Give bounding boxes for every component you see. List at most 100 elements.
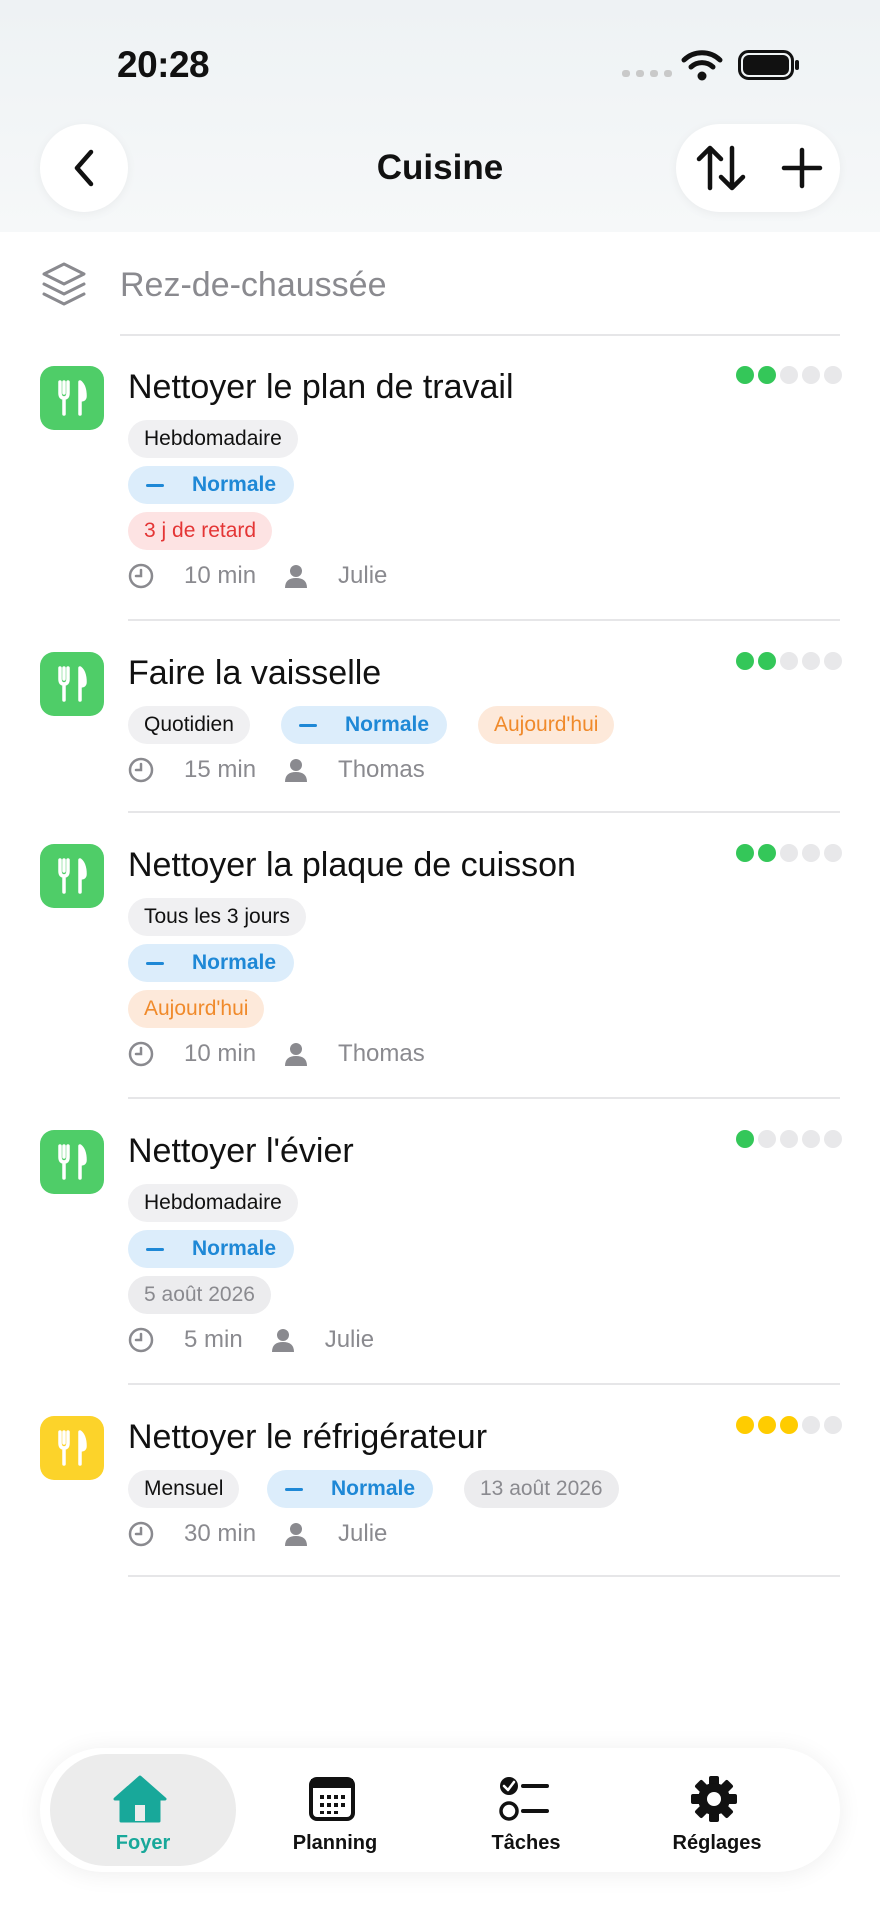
task-category-icon [40,1416,104,1480]
task-title: Nettoyer l'évier [128,1132,354,1170]
add-button[interactable] [780,146,824,190]
duration: 5 min [184,1326,243,1353]
difficulty-dot-empty [802,1130,820,1148]
section-label: Rez-de-chaussée [120,266,387,304]
frequency-tag: Mensuel [128,1470,240,1508]
difficulty-dot-empty [824,1130,842,1148]
minus-icon [299,723,317,727]
difficulty-dot-filled [736,366,754,384]
tab-planning[interactable]: Planning [242,1754,428,1866]
task-row[interactable]: Nettoyer le plan de travail Hebdomadaire… [0,360,880,621]
task-category-icon [40,652,104,716]
task-meta: 10 min Julie [128,559,387,593]
task-row[interactable]: Nettoyer l'évier Hebdomadaire Normale 5 … [0,1124,880,1385]
frequency-tag: Hebdomadaire [128,420,298,458]
difficulty-dot-empty [824,366,842,384]
priority-tag: Normale [267,1470,434,1508]
due-date-tag: 13 août 2026 [464,1470,619,1508]
difficulty-dot-empty [802,1416,820,1434]
tab-foyer[interactable]: Foyer [50,1754,236,1866]
tab-label: Réglages [672,1832,762,1854]
priority-label: Normale [192,473,277,496]
due-today-tag: Aujourd'hui [478,706,615,744]
priority-tag: Normale [128,466,295,504]
difficulty-indicator [736,1130,842,1148]
task-category-icon [40,366,104,430]
checklist-icon [499,1777,549,1821]
minus-icon [285,1487,303,1491]
layers-icon [42,262,86,306]
tab-taches[interactable]: Tâches [433,1754,619,1866]
priority-tag: Normale [128,1230,295,1268]
clock-icon [128,1521,154,1547]
difficulty-dot-empty [802,844,820,862]
task-row[interactable]: Faire la vaisselle Quotidien Normale Auj… [0,646,880,813]
sort-button[interactable] [694,142,748,194]
fork-knife-icon [58,666,87,702]
task-title: Nettoyer le réfrigérateur [128,1418,488,1456]
person-icon [285,565,308,588]
assignee: Julie [338,1520,388,1547]
priority-label: Normale [192,1237,277,1260]
task-row[interactable]: Nettoyer la plaque de cuisson Tous les 3… [0,838,880,1099]
status-bar: 20:28 [0,0,880,120]
priority-label: Normale [345,713,430,736]
frequency-tag: Tous les 3 jours [128,898,306,936]
difficulty-dot-filled [758,844,776,862]
frequency-tag: Hebdomadaire [128,1184,298,1222]
priority-label: Normale [331,1477,416,1500]
fork-knife-icon [58,380,87,416]
duration: 30 min [184,1520,257,1547]
difficulty-dot-empty [824,652,842,670]
fork-knife-icon [58,1430,87,1466]
floor-section-header: Rez-de-chaussée [0,250,880,336]
wifi-icon [681,50,723,81]
difficulty-dot-filled [736,652,754,670]
difficulty-indicator [736,652,842,670]
home-icon [113,1775,167,1823]
duration: 10 min [184,1040,257,1067]
person-icon [271,1329,294,1352]
cellular-signal-icon [622,70,672,77]
difficulty-dot-empty [802,652,820,670]
task-meta: 30 min Julie [128,1517,387,1551]
tab-label: Tâches [491,1832,561,1854]
task-title: Faire la vaisselle [128,654,382,692]
priority-label: Normale [192,951,277,974]
task-title: Nettoyer la plaque de cuisson [128,846,576,884]
difficulty-dot-filled [736,844,754,862]
frequency-tag: Quotidien [128,706,250,744]
minus-icon [146,483,164,487]
minus-icon [146,1247,164,1251]
divider [128,1575,840,1577]
divider [128,1383,840,1385]
overdue-tag: 3 j de retard [128,512,273,550]
difficulty-dot-filled [758,652,776,670]
task-category-icon [40,844,104,908]
due-date-tag: 5 août 2026 [128,1276,271,1314]
fork-knife-icon [58,858,87,894]
tab-label: Foyer [115,1832,171,1854]
navigation-bar: Cuisine [0,120,880,232]
tab-reglages[interactable]: Réglages [624,1754,810,1866]
divider [128,1097,840,1099]
status-time: 20:28 [117,44,210,85]
difficulty-indicator [736,366,842,384]
assignee: Thomas [338,756,425,783]
priority-tag: Normale [128,944,295,982]
person-icon [285,1043,308,1066]
difficulty-dot-empty [802,366,820,384]
difficulty-dot-empty [780,366,798,384]
tab-label: Planning [292,1832,378,1854]
difficulty-dot-empty [758,1130,776,1148]
difficulty-dot-empty [780,844,798,862]
difficulty-dot-empty [780,652,798,670]
difficulty-dot-filled [736,1130,754,1148]
person-icon [285,1523,308,1546]
due-today-tag: Aujourd'hui [128,990,265,1028]
task-row[interactable]: Nettoyer le réfrigérateur Mensuel Normal… [0,1410,880,1577]
fork-knife-icon [58,1144,87,1180]
difficulty-dot-filled [736,1416,754,1434]
battery-icon [738,50,799,80]
calendar-icon [309,1777,355,1821]
